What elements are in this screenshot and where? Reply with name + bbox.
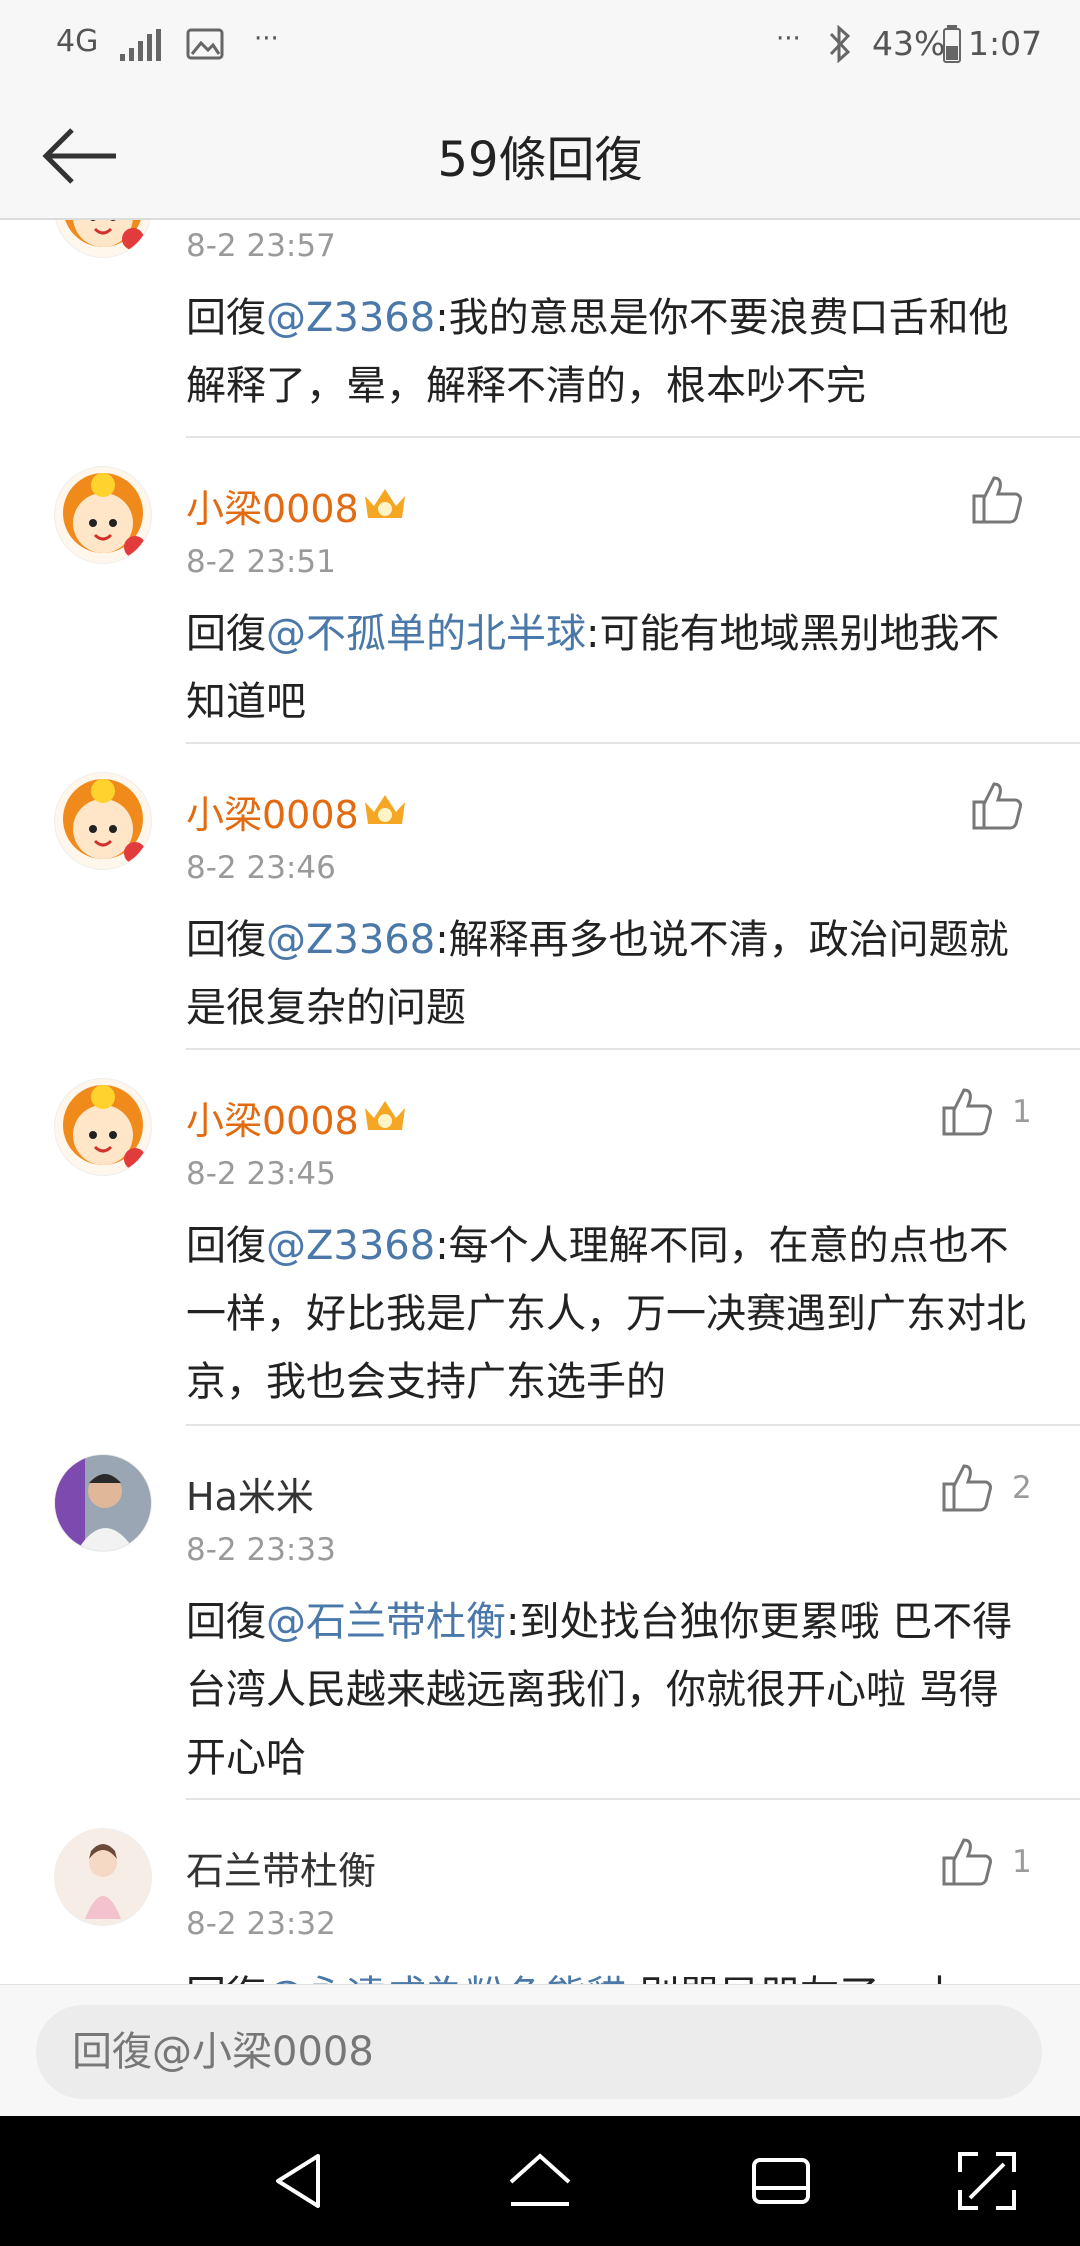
status-bar: 4G ··· ··· 43% 1:07 [0,0,1080,90]
comment-text: 回復@石兰带杜衡:到处找台独你更累哦 巴不得台湾人民越来越远离我们，你就很开心啦… [186,1588,1036,1792]
comment-time: 8-2 23:32 [186,1906,336,1942]
comment-time: 8-2 23:57 [186,228,336,264]
comment-item[interactable]: 小梁0008 8-2 23:51 回復@不孤单的北半球:可能有地域黑别地我不知道… [0,438,1080,744]
man-photo-avatar-icon [55,1455,151,1551]
like-count: 1 [1012,1844,1032,1880]
comment-time: 8-2 23:51 [186,544,336,580]
like-count: 1 [1012,1094,1032,1130]
comment-text: 回復@Z3368:解释再多也说不清，政治问题就是很复杂的问题 [186,906,1036,1042]
mention-link[interactable]: @石兰带杜衡 [266,1599,506,1645]
reply-prefix: 回復 [186,1599,266,1645]
reply-prefix: 回復 [186,295,266,341]
avatar[interactable] [54,1454,152,1552]
cartoon-girl-avatar-icon [65,220,144,250]
nav-recents-icon[interactable] [746,2146,816,2216]
more-status-icon: ··· [776,24,801,54]
cartoon-girl-avatar-icon [63,1085,146,1170]
comment-username[interactable]: 石兰带杜衡 [186,1840,376,1895]
system-navigation-bar [0,2116,1080,2246]
comment-username[interactable]: 小梁0008 [186,478,359,533]
comment-text: 回復@Z3368:我的意思是你不要浪费口舌和他解释了，晕，解释不清的，根本吵不完 [186,284,1036,420]
comment-item[interactable]: 小梁0008 8-2 23:45 1 回復@Z3368:每个人理解不同，在意的点… [0,1050,1080,1426]
nav-home-icon[interactable] [505,2146,575,2216]
battery-percent: 43% [872,24,946,63]
comment-time: 8-2 23:46 [186,850,336,886]
bluetooth-icon [829,24,851,64]
header: 59條回復 [0,90,1080,220]
vip-crown-icon [365,1101,405,1130]
battery-icon [943,25,961,63]
reply-prefix: 回復 [186,1223,266,1269]
avatar[interactable] [54,1828,152,1926]
reply-list[interactable]: 8-2 23:57 回復@Z3368:我的意思是你不要浪费口舌和他解释了，晕，解… [0,220,1080,1984]
comment-item[interactable]: 8-2 23:57 回復@Z3368:我的意思是你不要浪费口舌和他解释了，晕，解… [0,220,1080,438]
comment-time: 8-2 23:33 [186,1532,336,1568]
mention-link[interactable]: @Z3368 [266,1223,435,1269]
like-count: 2 [1012,1470,1032,1506]
cartoon-girl-avatar-icon [63,473,146,558]
reply-prefix: 回復 [186,917,266,963]
reply-prefix: 回復 [186,1973,266,1984]
comment-username[interactable]: 小梁0008 [186,1090,359,1145]
more-notifications-icon: ··· [254,24,279,54]
avatar[interactable] [54,1078,152,1176]
comment-item[interactable]: 小梁0008 8-2 23:46 回復@Z3368:解释再多也说不清，政治问题就… [0,744,1080,1050]
avatar[interactable] [54,466,152,564]
comment-username[interactable]: 小梁0008 [186,784,359,839]
mention-link[interactable]: @永遠成為粉色熊貓 [266,1973,626,1984]
comment-text: 回復@不孤单的北半球:可能有地域黑别地我不知道吧 [186,600,1036,736]
comment-time: 8-2 23:45 [186,1156,336,1192]
mention-link[interactable]: @Z3368 [266,295,435,341]
comment-text: 回復@Z3368:每个人理解不同，在意的点也不一样，好比我是广东人，万一决赛遇到… [186,1212,1036,1416]
thumbs-up-icon[interactable] [940,1836,994,1888]
reply-composer [0,1984,1080,2117]
signal-icon [120,29,161,61]
vip-crown-icon [365,795,405,824]
comment-text: 回復@永遠成為粉色熊貓:别骂异朋友了，本 [186,1962,1036,1984]
thumbs-up-icon[interactable] [940,1462,994,1514]
network-indicator: 4G [56,24,99,59]
mention-link[interactable]: @不孤单的北半球 [266,611,586,657]
avatar[interactable] [54,772,152,870]
illustrated-girl-avatar-icon [55,1829,151,1925]
cartoon-girl-avatar-icon [63,779,146,864]
comment-item[interactable]: 石兰带杜衡 8-2 23:32 1 回復@永遠成為粉色熊貓:别骂异朋友了，本 [0,1800,1080,1984]
clock: 1:07 [968,24,1043,63]
thumbs-up-icon[interactable] [970,780,1024,832]
comment-item[interactable]: Ha米米 8-2 23:33 2 回復@石兰带杜衡:到处找台独你更累哦 巴不得台… [0,1426,1080,1800]
mention-link[interactable]: @Z3368 [266,917,435,963]
image-notification-icon [186,28,224,60]
thumbs-up-icon[interactable] [970,474,1024,526]
vip-crown-icon [365,489,405,518]
page-title: 59條回復 [437,132,643,188]
comment-username[interactable]: Ha米米 [186,1466,314,1521]
nav-back-icon[interactable] [264,2146,334,2216]
reply-input[interactable] [36,2005,1042,2099]
thumbs-up-icon[interactable] [940,1086,994,1138]
nav-expand-icon[interactable] [952,2146,1022,2216]
comment-body: :别骂异朋友了，本 [626,1973,959,1984]
avatar[interactable] [54,220,152,258]
reply-prefix: 回復 [186,611,266,657]
